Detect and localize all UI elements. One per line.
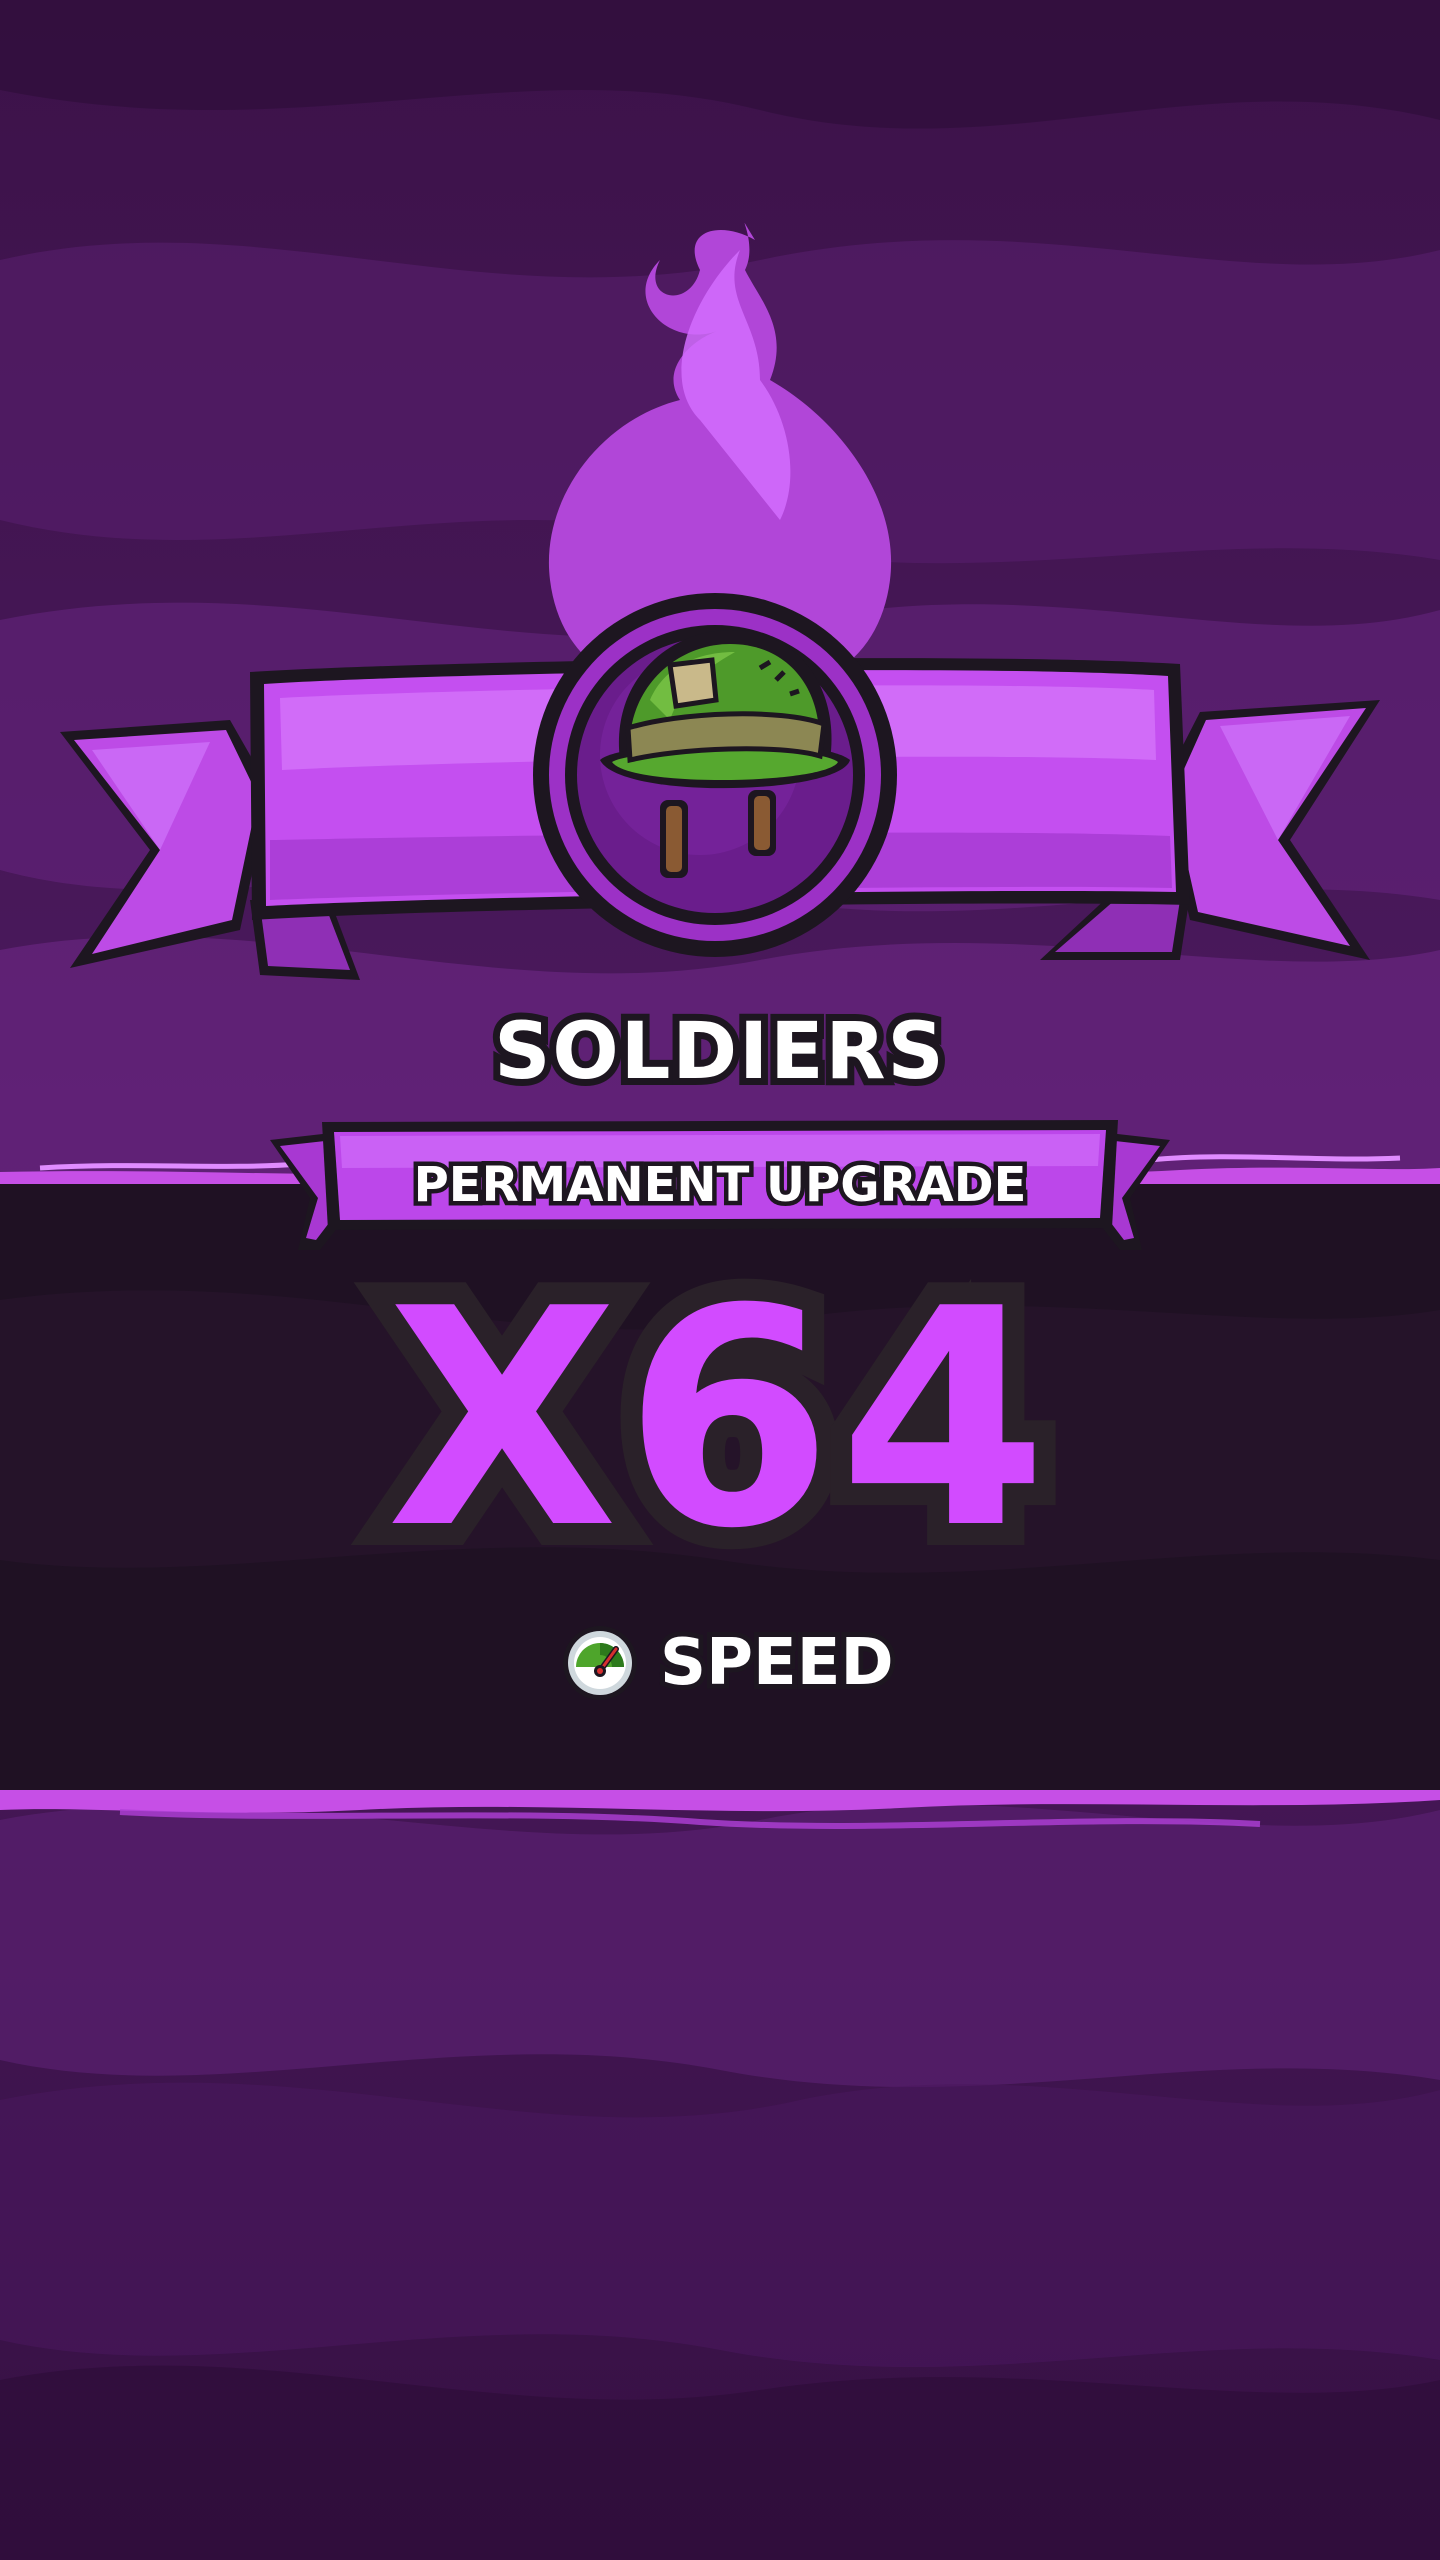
ribbon-right-tail [1160, 700, 1380, 960]
upgrade-multiplier: X64 [365, 1223, 1070, 1616]
unit-title: SOLDIERS [487, 1000, 950, 1104]
speedometer-icon [563, 1626, 637, 1700]
stat-row: SPEED [560, 1618, 899, 1708]
ribbon-left-tail [60, 720, 270, 968]
stat-label: SPEED [655, 1621, 899, 1705]
upgrade-type-ribbon: PERMANENT UPGRADE [270, 1110, 1170, 1260]
upgrade-reward-screen[interactable]: SOLDIERS PERMANENT UPGRADE X64 SPEED [0, 0, 1440, 2560]
unit-badge [60, 223, 1380, 980]
upgrade-type-label: PERMANENT UPGRADE [409, 1153, 1031, 1218]
